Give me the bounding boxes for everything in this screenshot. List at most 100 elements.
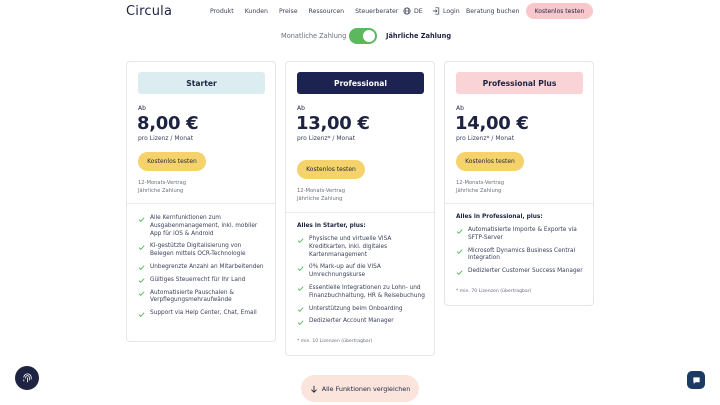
feature-item: Dedizierter Customer Success Manager (456, 268, 584, 276)
nav-item-preise[interactable]: Preise (279, 8, 298, 15)
feature-item: Support via Help Center, Chat, Email (138, 310, 266, 318)
contract-info: 12-Monats-Vertrag Jährliche Zahlung (138, 180, 186, 195)
divider (127, 203, 275, 204)
price-prefix: Ab (297, 105, 305, 112)
check-icon (297, 307, 304, 313)
chat-icon (692, 376, 700, 384)
feature-text: Gültiges Steuerrecht für Ihr Land (150, 276, 246, 283)
price-unit: pro Lizenz* / Monat (456, 135, 515, 142)
check-icon (456, 249, 463, 255)
fingerprint-icon (22, 372, 32, 382)
price-prefix: Ab (456, 105, 464, 112)
feature-item: Essentielle Integrationen zu Lohn- und F… (297, 285, 425, 301)
chat-button[interactable] (687, 371, 705, 389)
check-icon (297, 237, 304, 243)
plan-title: Professional (297, 72, 424, 94)
check-icon (138, 291, 145, 297)
plan-title: Professional Plus (456, 72, 583, 94)
trial-button-professional-plus[interactable]: Kostenlos testen (456, 152, 524, 171)
feature-text: Essentielle Integrationen zu Lohn- und F… (309, 284, 425, 299)
trial-button-professional[interactable]: Kostenlos testen (297, 160, 365, 179)
consultation-link[interactable]: Beratung buchen (466, 8, 519, 15)
fingerprint-button[interactable] (15, 366, 39, 390)
feature-text: Physische und virtuelle VISA Kreditkarte… (309, 236, 392, 258)
check-icon (138, 216, 145, 222)
license-note: * min. 70 Lizenzen (übertragbar) (456, 289, 532, 294)
billing-toggle-row: Monatliche Zahlung Jährliche Zahlung (0, 28, 720, 44)
nav-item-kunden[interactable]: Kunden (245, 8, 268, 15)
plan-price: 8,00 € (137, 113, 199, 134)
contract-term: 12-Monats-Vertrag (138, 180, 187, 186)
feature-list-header: Alles in Professional, plus: (456, 214, 543, 220)
language-label: DE (414, 7, 423, 15)
contract-term: 12-Monats-Vertrag (297, 188, 346, 194)
nav-item-steuerberater[interactable]: Steuerberater (355, 8, 398, 15)
feature-item: 0% Mark-up auf die VISA Umrechnungskurse (297, 264, 425, 280)
plan-card-starter: Starter Ab 8,00 € pro Lizenz / Monat Kos… (126, 61, 276, 342)
plan-title: Starter (138, 72, 265, 94)
feature-list-header: Alles in Starter, plus: (297, 223, 366, 229)
license-note: * min. 10 Lizenzen (übertragbar) (297, 339, 373, 344)
header-trial-button[interactable]: Kostenlos testen (526, 3, 593, 19)
top-navigation: Circula Produkt Kunden Preise Ressourcen… (0, 0, 720, 24)
feature-text: 0% Mark-up auf die VISA Umrechnungskurse (309, 264, 381, 279)
feature-item: Automatisierte Pauschalen & Verpflegungs… (138, 290, 266, 306)
compare-features-button[interactable]: Alle Funktionen vergleichen (301, 375, 419, 402)
check-icon (297, 320, 304, 325)
payment-term: Jährliche Zahlung (138, 187, 184, 194)
login-label: Login (443, 7, 460, 15)
feature-item: Physische und virtuelle VISA Kreditkarte… (297, 236, 425, 259)
arrow-down-icon (310, 385, 317, 393)
feature-list: Automatisierte Importe & Exporte via SFT… (456, 227, 584, 281)
toggle-knob (363, 30, 375, 42)
feature-item: Microsoft Dynamics Business Central Inte… (456, 248, 584, 264)
feature-item: Unterstützung beim Onboarding (297, 306, 425, 314)
feature-list: Alle Kernfunktionen zum Ausgabenmanageme… (138, 215, 266, 323)
compare-label: Alle Funktionen vergleichen (321, 384, 411, 393)
plan-card-professional-plus: Professional Plus Ab 14,00 € pro Lizenz*… (444, 61, 594, 306)
login-link[interactable]: Login (432, 7, 460, 15)
divider (286, 212, 434, 213)
feature-item: Alle Kernfunktionen zum Ausgabenmanageme… (138, 215, 266, 238)
logo[interactable]: Circula (126, 4, 172, 19)
price-prefix: Ab (138, 105, 146, 112)
nav-item-ressourcen[interactable]: Ressourcen (309, 8, 345, 15)
feature-item: Unbegrenzte Anzahl an Mitarbeitenden (138, 264, 266, 272)
language-selector[interactable]: DE (403, 7, 423, 15)
check-icon (138, 265, 145, 271)
feature-text: Microsoft Dynamics Business Central Inte… (468, 247, 576, 262)
login-icon (432, 7, 440, 15)
divider (445, 203, 593, 204)
plan-price: 14,00 € (455, 113, 529, 134)
plan-card-professional: Professional Ab 13,00 € pro Lizenz* / Mo… (285, 61, 435, 356)
feature-text: Automatisierte Pauschalen & Verpflegungs… (150, 289, 234, 304)
feature-text: Alle Kernfunktionen zum Ausgabenmanageme… (150, 215, 258, 237)
check-icon (297, 286, 304, 292)
yearly-label[interactable]: Jährliche Zahlung (386, 32, 451, 40)
trial-button-starter[interactable]: Kostenlos testen (138, 152, 206, 171)
contract-info: 12-Monats-Vertrag Jährliche Zahlung (297, 188, 345, 203)
feature-item: Dedizierter Account Manager (297, 318, 425, 326)
monthly-label[interactable]: Monatliche Zahlung (281, 32, 346, 40)
nav-item-produkt[interactable]: Produkt (210, 8, 234, 15)
feature-text: Unbegrenzte Anzahl an Mitarbeitenden (150, 263, 264, 270)
feature-text: Automatisierte Importe & Exporte via SFT… (468, 227, 577, 241)
feature-item: Gültiges Steuerrecht für Ihr Land (138, 277, 266, 285)
contract-term: 12-Monats-Vertrag (456, 180, 505, 186)
main-nav: Produkt Kunden Preise Ressourcen Steuerb… (210, 8, 409, 15)
check-icon (138, 245, 145, 250)
check-icon (456, 270, 463, 275)
feature-list: Physische und virtuelle VISA Kreditkarte… (297, 236, 425, 331)
feature-item: Automatisierte Importe & Exporte via SFT… (456, 227, 584, 243)
globe-icon (403, 7, 411, 15)
check-icon (138, 312, 145, 317)
payment-term: Jährliche Zahlung (456, 187, 502, 194)
price-unit: pro Lizenz* / Monat (297, 135, 356, 142)
billing-toggle[interactable] (349, 28, 377, 44)
feature-text: Unterstützung beim Onboarding (309, 305, 403, 312)
price-unit: pro Lizenz / Monat (138, 135, 194, 142)
payment-term: Jährliche Zahlung (297, 195, 343, 202)
check-icon (456, 228, 463, 234)
feature-item: KI-gestützte Digitalisierung von Belegen… (138, 243, 266, 259)
feature-text: Dedizierter Customer Success Manager (468, 268, 583, 275)
